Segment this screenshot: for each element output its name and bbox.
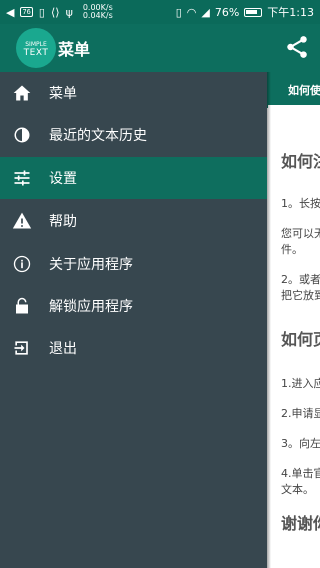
app-logo: SIMPLE TEXT (16, 28, 56, 68)
exit-icon (12, 338, 32, 358)
drawer-item-about[interactable]: 关于应用程序 (0, 243, 267, 285)
drawer-item-label: 最近的文本历史 (49, 128, 147, 144)
tab-how-to[interactable]: 如何使 (288, 82, 320, 98)
drawer-item-label: 关于应用程序 (49, 257, 133, 273)
article-heading: 谢谢你 (281, 514, 320, 533)
drawer-shadow (267, 72, 271, 568)
history-icon (12, 125, 32, 145)
lock-icon (12, 296, 32, 316)
warning-icon (12, 211, 32, 231)
network-speed: 0.00K/s 0.04K/s (83, 4, 113, 20)
drawer-item-history[interactable]: 最近的文本历史 (0, 114, 267, 156)
drawer-item-unlock[interactable]: 解锁应用程序 (0, 285, 267, 327)
status-bar: ◀ 76 ▯ ⟨⟩ ψ 0.00K/s 0.04K/s ▯ ◠ ◢ 76% 下午… (0, 0, 320, 24)
wifi-icon: ◠ (186, 5, 197, 19)
article-paragraph: 2。或者 (281, 273, 320, 286)
notification-box-icon: 76 (20, 7, 33, 17)
help-article: 如何注 1。长按 您可以无 件。 2。或者 把它放到 如何页 1.进入应 2.申… (281, 108, 320, 568)
info-icon (12, 254, 32, 274)
back-notification-icon: ◀ (6, 5, 15, 19)
code-icon: ⟨⟩ (50, 5, 60, 19)
drawer-item-exit[interactable]: 退出 (0, 327, 267, 369)
article-paragraph: 1.进入应 (281, 377, 320, 390)
article-heading: 如何注 (281, 152, 320, 171)
article-paragraph: 3。向左 (281, 437, 320, 450)
article-paragraph: 4.单击官 (281, 467, 320, 480)
drawer-item-help[interactable]: 帮助 (0, 200, 267, 242)
drawer-item-label: 退出 (49, 341, 77, 357)
signal-icon: ◢ (201, 5, 210, 19)
usb-icon: ψ (65, 5, 73, 19)
article-paragraph: 您可以无 (281, 227, 320, 240)
drawer-title: 菜单 (58, 40, 91, 59)
article-paragraph: 2.申请显 (281, 407, 320, 420)
settings-sliders-icon (12, 168, 32, 188)
phone-icon: ▯ (38, 5, 45, 19)
home-icon (12, 83, 32, 103)
drawer-item-menu[interactable]: 菜单 (0, 72, 267, 114)
navigation-drawer: 菜单 最近的文本历史 设置 帮助 关于应用程序 解锁应用程序 退出 (0, 72, 267, 568)
drawer-header: SIMPLE TEXT 菜单 (0, 24, 320, 72)
battery-icon (244, 7, 263, 17)
article-paragraph: 文本。 (281, 483, 314, 496)
article-paragraph: 把它放到 (281, 289, 320, 302)
drawer-item-label: 设置 (49, 171, 77, 187)
clock-time: 下午1:13 (267, 6, 314, 19)
vibrate-icon: ▯ (175, 5, 182, 19)
drawer-item-settings[interactable]: 设置 (0, 157, 267, 199)
logo-text-top: SIMPLE (25, 41, 47, 48)
battery-percent: 76% (214, 5, 240, 19)
drawer-item-label: 菜单 (49, 86, 77, 102)
article-paragraph: 1。长按 (281, 197, 320, 210)
article-paragraph: 件。 (281, 243, 303, 256)
drawer-item-label: 帮助 (49, 214, 77, 230)
drawer-item-label: 解锁应用程序 (49, 299, 133, 315)
article-heading: 如何页 (281, 330, 320, 349)
speed-down-text: 0.04K/s (82, 11, 113, 20)
logo-text-bottom: TEXT (23, 48, 49, 58)
